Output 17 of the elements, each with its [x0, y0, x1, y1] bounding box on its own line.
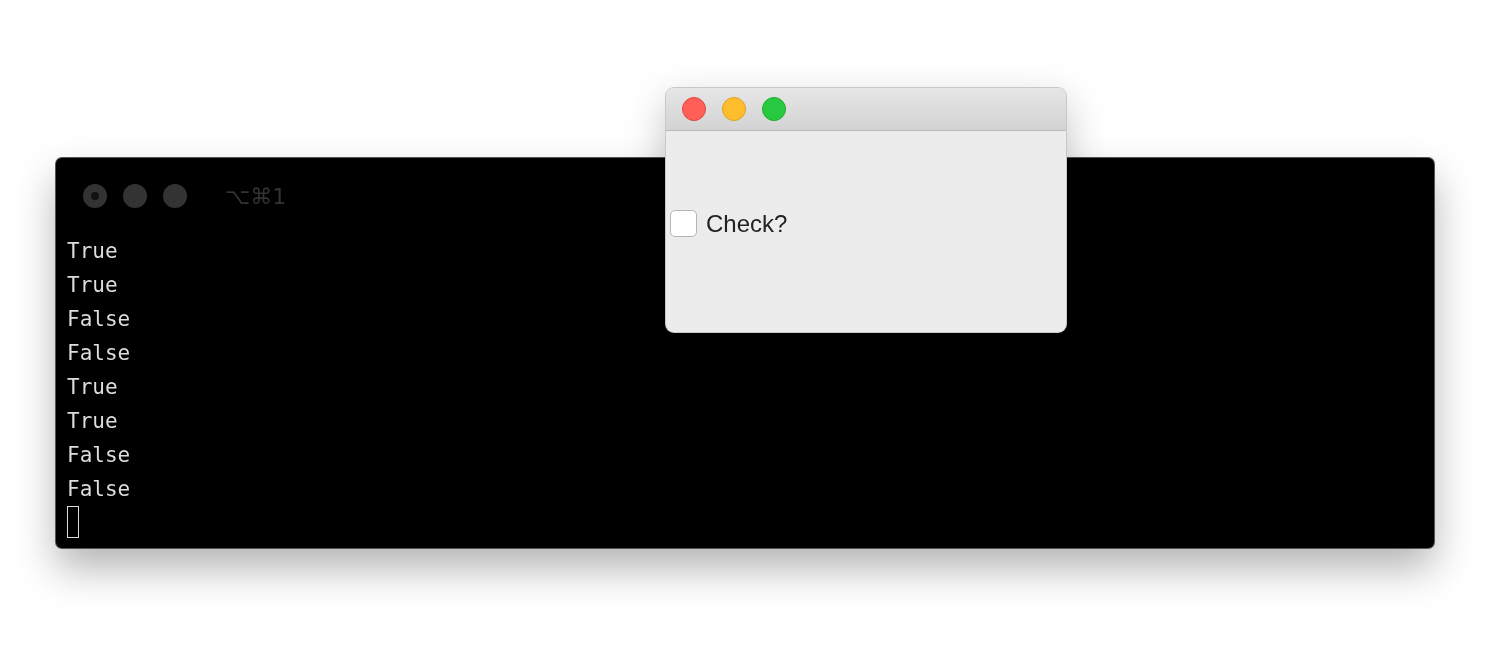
output-line: True: [67, 272, 119, 299]
output-line: True: [67, 238, 119, 265]
output-line: False: [67, 306, 132, 333]
output-line: False: [67, 340, 132, 367]
cursor-icon: [67, 506, 79, 538]
checkbox-label[interactable]: Check?: [706, 209, 788, 238]
output-line: True: [67, 408, 119, 435]
minimize-button[interactable]: [123, 184, 147, 208]
minimize-button[interactable]: [722, 97, 746, 121]
close-button[interactable]: [83, 184, 107, 208]
zoom-button[interactable]: [762, 97, 786, 121]
checkbox[interactable]: [670, 210, 697, 237]
zoom-button[interactable]: [163, 184, 187, 208]
close-button[interactable]: [682, 97, 706, 121]
output-line: True: [67, 374, 119, 401]
output-line: False: [67, 442, 132, 469]
output-line: False: [67, 476, 132, 503]
